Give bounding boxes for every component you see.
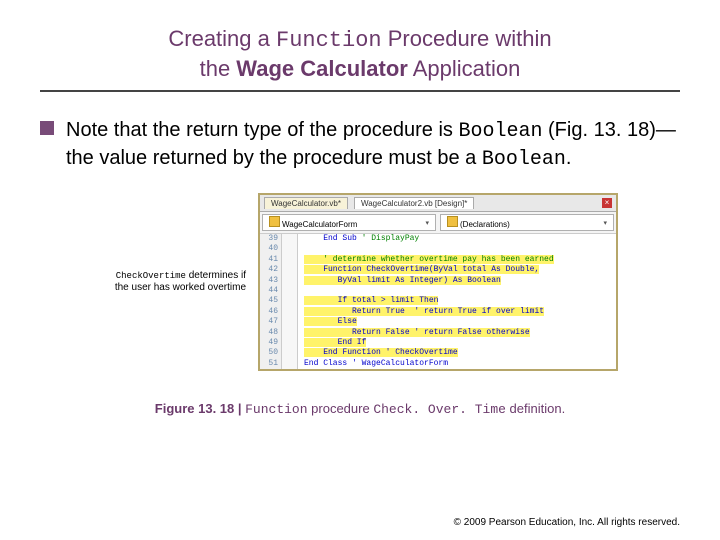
gutter <box>282 348 298 358</box>
code-text: Return True ' return True if over limit <box>298 307 616 317</box>
gutter <box>282 234 298 244</box>
code-line: 41 ' determine whether overtime pay has … <box>260 255 616 265</box>
body-boolean-1: Boolean <box>458 120 542 143</box>
figure-caption: Figure 13. 18 | Function procedure Check… <box>40 401 680 417</box>
gutter <box>282 307 298 317</box>
copyright-text: © 2009 Pearson Education, Inc. All right… <box>454 517 680 528</box>
caption-mono1: Function <box>245 402 307 417</box>
gutter <box>282 244 298 254</box>
gutter <box>282 296 298 306</box>
gutter <box>282 286 298 296</box>
code-text: ' determine whether overtime pay has bee… <box>298 255 616 265</box>
ide-screenshot: WageCalculator.vb* WageCalculator2.vb [D… <box>258 193 618 371</box>
line-number: 47 <box>260 317 282 327</box>
gutter <box>282 276 298 286</box>
slide-title: Creating a Function Procedure within the… <box>40 25 680 82</box>
code-line: 47 Else <box>260 317 616 327</box>
dropdown-left-label: WageCalculatorForm <box>282 220 357 229</box>
code-line: 42 Function CheckOvertime(ByVal total As… <box>260 265 616 275</box>
ide-dropdown-left[interactable]: WageCalculatorForm ▾ <box>262 214 436 231</box>
caption-mono2: Check. Over. Time <box>373 402 506 417</box>
ide-dropdown-bar: WageCalculatorForm ▾ (Declarations) ▾ <box>260 212 616 234</box>
body-boolean-2: Boolean <box>482 148 566 171</box>
line-number: 40 <box>260 244 282 254</box>
title-part3: the <box>200 56 237 81</box>
figure-area: CheckOvertime determines if the user has… <box>40 193 680 371</box>
code-editor[interactable]: 39 End Sub ' DisplayPay40 41 ' determine… <box>260 234 616 369</box>
line-number: 39 <box>260 234 282 244</box>
gutter <box>282 338 298 348</box>
caption-mid: procedure <box>308 401 374 416</box>
gutter <box>282 255 298 265</box>
caption-label: Figure 13. 18 | <box>155 401 245 416</box>
class-icon <box>269 216 280 227</box>
body-text-1: Note that the return type of the procedu… <box>66 119 458 141</box>
code-line: 45 If total > limit Then <box>260 296 616 306</box>
body-paragraph: Note that the return type of the procedu… <box>66 117 680 173</box>
code-line: 39 End Sub ' DisplayPay <box>260 234 616 244</box>
line-number: 45 <box>260 296 282 306</box>
title-part2: Procedure within <box>382 26 552 51</box>
title-app-name: Wage Calculator <box>236 56 408 81</box>
ide-dropdown-right[interactable]: (Declarations) ▾ <box>440 214 614 231</box>
caption-end: definition. <box>506 401 565 416</box>
code-text <box>298 286 616 296</box>
body-text-3: . <box>566 147 572 169</box>
ide-tab-1[interactable]: WageCalculator.vb* <box>264 197 348 209</box>
code-line: 50 End Function ' CheckOvertime <box>260 348 616 358</box>
line-number: 46 <box>260 307 282 317</box>
title-part1: Creating a <box>168 26 276 51</box>
dropdown-right-label: (Declarations) <box>460 220 510 229</box>
annotation-code: CheckOvertime <box>116 271 186 281</box>
bullet-row: Note that the return type of the procedu… <box>40 117 680 173</box>
figure-annotation: CheckOvertime determines if the user has… <box>102 270 252 294</box>
code-line: 49 End If <box>260 338 616 348</box>
gutter <box>282 359 298 369</box>
code-text: End Sub ' DisplayPay <box>298 234 616 244</box>
code-line: 43 ByVal limit As Integer) As Boolean <box>260 276 616 286</box>
code-line: 40 <box>260 244 616 254</box>
line-number: 51 <box>260 359 282 369</box>
ide-tab-2[interactable]: WageCalculator2.vb [Design]* <box>354 197 474 209</box>
code-text: ByVal limit As Integer) As Boolean <box>298 276 616 286</box>
line-number: 50 <box>260 348 282 358</box>
close-icon[interactable]: × <box>602 198 612 208</box>
line-number: 44 <box>260 286 282 296</box>
code-text: If total > limit Then <box>298 296 616 306</box>
code-text: Return False ' return False otherwise <box>298 328 616 338</box>
code-line: 48 Return False ' return False otherwise <box>260 328 616 338</box>
code-line: 51 End Class ' WageCalculatorForm <box>260 359 616 369</box>
ide-tab-bar: WageCalculator.vb* WageCalculator2.vb [D… <box>260 195 616 212</box>
line-number: 48 <box>260 328 282 338</box>
code-text: End Class ' WageCalculatorForm <box>298 359 616 369</box>
declarations-icon <box>447 216 458 227</box>
bullet-icon <box>40 121 54 135</box>
code-text: Function CheckOvertime(ByVal total As Do… <box>298 265 616 275</box>
title-underline <box>40 90 680 92</box>
gutter <box>282 317 298 327</box>
line-number: 41 <box>260 255 282 265</box>
line-number: 49 <box>260 338 282 348</box>
code-line: 46 Return True ' return True if over lim… <box>260 307 616 317</box>
code-line: 44 <box>260 286 616 296</box>
line-number: 43 <box>260 276 282 286</box>
code-text: End If <box>298 338 616 348</box>
chevron-down-icon: ▾ <box>603 219 607 227</box>
title-function-word: Function <box>276 28 382 53</box>
code-text <box>298 244 616 254</box>
gutter <box>282 265 298 275</box>
title-part4: Application <box>408 56 521 81</box>
chevron-down-icon: ▾ <box>425 219 429 227</box>
code-text: Else <box>298 317 616 327</box>
gutter <box>282 328 298 338</box>
code-text: End Function ' CheckOvertime <box>298 348 616 358</box>
line-number: 42 <box>260 265 282 275</box>
